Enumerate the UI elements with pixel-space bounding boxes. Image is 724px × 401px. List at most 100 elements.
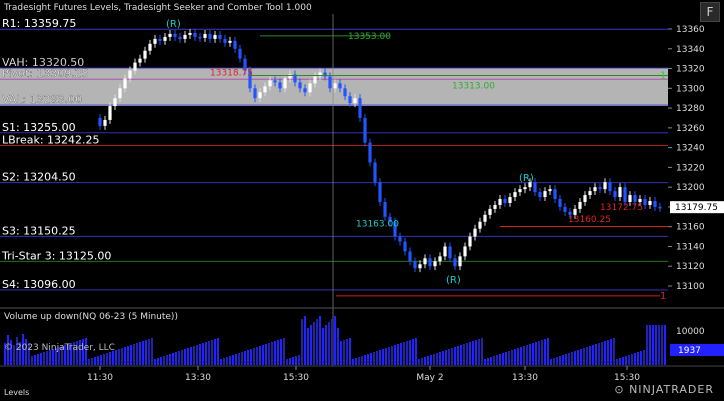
volume-bar [40,353,42,365]
volume-bar [271,342,273,365]
volume-bar [247,350,249,365]
volume-bar [322,328,324,365]
candle-body [273,80,277,83]
volume-bar [295,356,297,365]
volume-bar [559,356,561,365]
volume-bar [223,358,225,365]
volume-bar [451,348,453,365]
candle-body [188,32,192,35]
volume-bar [307,328,309,365]
volume-bar [514,349,516,365]
volume-bar [550,359,552,365]
price-tick-label: 13260 [676,124,705,134]
candle-body [548,189,552,192]
volume-bar [436,353,438,365]
candle-body [403,241,407,252]
candle-body [418,264,422,269]
volume-bar [217,338,219,365]
candle-body [488,208,492,215]
candle-body [328,76,332,89]
volume-bar [139,342,141,365]
candle-body [198,36,202,39]
time-tick-label: 15:30 [614,373,640,383]
candle-body [283,78,287,89]
candle-body [333,83,337,89]
candle-body [468,236,472,247]
candle-body [628,195,632,202]
volume-bar [577,350,579,365]
volume-bar [88,359,90,365]
volume-bar [460,345,462,365]
candle-body [233,40,237,49]
candle-body [338,83,342,89]
candle-body [173,33,177,37]
price-tick-label: 13320 [676,65,705,75]
volume-bar [103,354,105,365]
volume-bar [289,358,291,365]
volume-bar [520,347,522,365]
candle-body [493,204,497,209]
candle-body [358,98,362,118]
volume-bar [142,341,144,365]
chart-canvas[interactable]: R1: 13359.75VAH: 13320.50Pivot: 13309.25… [0,0,724,401]
candle-body [443,246,447,257]
tab-levels[interactable]: Levels [4,388,29,397]
annotation-label: 13313.00 [452,81,495,91]
volume-bar [427,356,429,365]
candle-body [613,191,617,198]
volume-bar [370,353,372,365]
candle-body [483,214,487,222]
volume-bar [115,350,117,365]
candle-body [578,201,582,209]
volume-bar [355,358,357,365]
volume-bar [106,353,108,365]
candle-body [168,33,172,37]
candle-body [428,258,432,267]
price-tick-label: 13360 [676,25,705,35]
time-tick-label: 11:30 [87,373,113,383]
candle-body [128,70,132,79]
volume-bar [412,339,414,365]
volume-bar [541,340,543,365]
volume-bar [382,349,384,365]
candle-body [158,38,162,41]
volume-bar [262,345,264,365]
volume-bar [181,350,183,365]
candle-body [138,58,142,63]
candle-body [533,182,537,193]
volume-bar [619,358,621,365]
volume-bar [274,341,276,365]
candle-body [193,32,197,37]
fullscreen-button[interactable]: F [700,2,720,22]
volume-bar [424,357,426,365]
level-label-s2: S2: 13204.50 [2,171,76,184]
volume-bar [661,325,663,365]
volume-axis-label: 10000 [676,327,705,337]
candle-body [383,201,387,217]
volume-bar [166,355,168,365]
volume-bar [226,357,228,365]
candle-body [638,199,642,202]
volume-bar [535,342,537,365]
volume-bar [361,356,363,365]
volume-bar [340,341,342,365]
volume-bar [613,338,615,365]
candle-body [363,117,367,143]
volume-bar [655,325,657,365]
volume-bar [568,353,570,365]
candle-body [113,98,117,107]
candle-body [103,119,107,126]
time-tick-label: 15:30 [283,373,309,383]
annotation-label: 13318.75 [210,68,253,78]
volume-bar [346,339,348,365]
volume-bar [517,348,519,365]
volume-bar [328,322,330,365]
candle-body [433,261,437,267]
candle-body [308,83,312,93]
price-tick-label: 13340 [676,45,705,55]
candle-body [658,206,662,209]
volume-bar [175,352,177,365]
candle-body [408,251,412,262]
chart-title: Tradesight Futures Levels, Tradesight Se… [4,3,312,13]
volume-bar [136,343,138,365]
